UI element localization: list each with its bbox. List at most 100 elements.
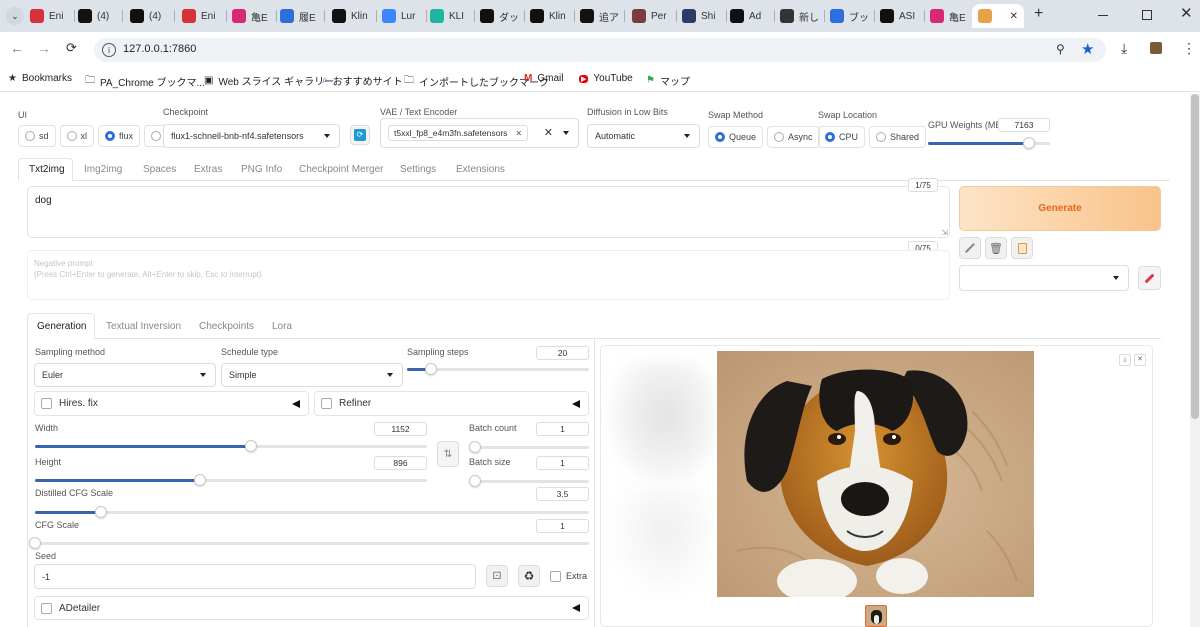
batch-size-handle[interactable] [469,475,481,487]
radio-circle[interactable] [825,132,835,142]
distilled-cfg-slider[interactable] [35,506,589,518]
adetailer-checkbox[interactable] [41,602,52,614]
ui-option-sd[interactable]: sd [18,125,56,147]
address-bar[interactable]: i 127.0.0.1:7860 ⚲ ★ [94,38,1106,62]
scrollbar-thumb[interactable] [1191,94,1199,419]
bookmark-item[interactable]: ▶ YouTube [579,73,633,84]
browser-tab[interactable]: 履E [274,4,324,28]
batch-count-slider[interactable] [469,441,589,453]
generate-button[interactable]: Generate [959,186,1161,231]
tab-extensions[interactable]: Extensions [456,164,505,175]
radio-circle[interactable] [774,132,785,142]
collapse-arrow-icon[interactable] [292,399,300,408]
distilled-cfg-input[interactable]: 3.5 [536,487,589,501]
zoom-icon[interactable]: ⚲ [1056,42,1065,56]
tab-search-button[interactable]: ⌄ [6,7,24,25]
swap-method-option-queue[interactable]: Queue [708,126,764,148]
refiner-accordion[interactable]: Refiner [314,391,589,416]
cfg-scale-input[interactable]: 1 [536,519,589,533]
swap-location-option-cpu[interactable]: CPU [818,126,866,148]
site-info-icon[interactable]: i [102,43,116,57]
browser-tab[interactable]: 新し [774,4,824,28]
ui-option-flux[interactable]: flux [98,125,141,147]
chip-remove-icon[interactable]: ✕ [515,129,522,138]
edit-button[interactable] [959,237,981,259]
tab-checkpoints[interactable]: Checkpoints [199,321,254,332]
image-thumbnail[interactable] [865,605,887,627]
gpu-weights-input[interactable]: 7163 [998,118,1050,132]
hires-fix-checkbox[interactable] [41,398,52,409]
seed-input[interactable]: -1 [34,564,476,589]
tab-img2img[interactable]: Img2img [84,164,122,175]
height-handle[interactable] [194,474,206,486]
sampling-method-dropdown[interactable]: Euler [34,363,216,387]
batch-count-input[interactable]: 1 [536,422,589,436]
radio-circle[interactable] [66,131,77,141]
browser-tab[interactable]: 亀E [226,4,276,28]
browser-tab[interactable]: (4) [72,4,122,28]
gpu-weights-handle[interactable] [1023,137,1035,149]
tab-extras[interactable]: Extras [194,164,222,175]
tab-textual-inversion[interactable]: Textual Inversion [106,321,181,332]
reload-icon[interactable]: ⟳ [66,40,77,56]
bookmark-item[interactable]: 🗀 PA_Chrome ブックマ... [85,73,205,90]
negative-prompt-textarea[interactable]: Negative prompt (Press Ctrl+Enter to gen… [27,250,950,300]
cfg-scale-slider[interactable] [29,537,589,549]
browser-tab[interactable]: Eni [176,4,226,28]
tab-generation[interactable]: Generation [37,321,86,332]
refresh-checkpoint-button[interactable]: ⟳ [350,125,370,145]
browser-tab[interactable]: ダッ [474,4,524,28]
ui-option-xl[interactable]: xl [59,125,95,147]
generated-image[interactable] [717,351,1034,597]
menu-icon[interactable]: ⋮ [1182,40,1196,57]
tab-checkpoint-merger[interactable]: Checkpoint Merger [299,164,383,175]
bookmark-item[interactable]: ⌕ おすすめサイト [322,73,403,88]
distilled-cfg-handle[interactable] [95,506,107,518]
back-icon[interactable]: ← [10,40,24,56]
collapse-arrow-icon[interactable] [572,604,580,612]
width-slider[interactable] [35,440,427,452]
extra-checkbox[interactable] [550,571,561,582]
browser-tab[interactable]: Eni [24,4,74,28]
random-seed-button[interactable]: ⚀ [486,565,508,587]
width-handle[interactable] [245,440,257,452]
apply-style-button[interactable] [1138,266,1161,290]
swap-location-option-shared[interactable]: Shared [869,126,927,148]
close-image-button[interactable]: ✕ [1134,354,1146,366]
schedule-type-dropdown[interactable]: Simple [221,363,403,387]
browser-tab[interactable]: 亀E [924,4,974,28]
swap-dimensions-button[interactable]: ⇅ [437,441,459,467]
gpu-weights-slider[interactable] [928,137,1050,149]
tab-lora[interactable]: Lora [272,321,292,332]
tab-close-icon[interactable]: ✕ [1010,11,1018,22]
height-input[interactable]: 896 [374,456,427,470]
height-slider[interactable] [35,474,427,486]
adetailer-accordion[interactable]: ADetailer [34,596,589,620]
styles-dropdown[interactable] [959,265,1129,291]
hires-fix-accordion[interactable]: Hires. fix [34,391,309,416]
download-icon[interactable]: ⤓ [1121,40,1127,57]
browser-tab[interactable]: ブッ [824,4,874,28]
vae-chip[interactable]: t5xxl_fp8_e4m3fn.safetensors ✕ [388,125,529,141]
radio-circle[interactable] [876,132,887,142]
batch-count-handle[interactable] [469,441,481,453]
browser-tab[interactable]: 追ア [574,4,624,28]
tab-txt2img[interactable]: Txt2img [29,164,65,175]
browser-tab[interactable]: Shi [676,4,726,28]
sampling-steps-input[interactable]: 20 [536,346,589,360]
bookmark-item[interactable]: M Gmail [524,73,563,84]
new-tab-icon[interactable]: + [1034,5,1043,23]
refiner-checkbox[interactable] [321,398,332,409]
reuse-seed-button[interactable]: ♻ [518,565,540,587]
browser-tab[interactable]: Lur [376,4,426,28]
checkpoint-dropdown[interactable]: flux1-schnell-bnb-nf4.safetensors [163,124,340,148]
browser-tab[interactable]: KLI [424,4,474,28]
browser-tab[interactable]: Ad [724,4,774,28]
browser-tab[interactable]: ✕ [972,4,1024,28]
browser-tab[interactable]: Klin [326,4,376,28]
clear-icon[interactable]: ✕ [544,126,553,139]
vae-dropdown[interactable]: t5xxl_fp8_e4m3fn.safetensors ✕ ✕ [380,118,579,148]
clipboard-button[interactable] [1011,237,1033,259]
bookmark-item[interactable]: ⚑ マップ [646,73,690,88]
collapse-arrow-icon[interactable] [572,399,580,408]
